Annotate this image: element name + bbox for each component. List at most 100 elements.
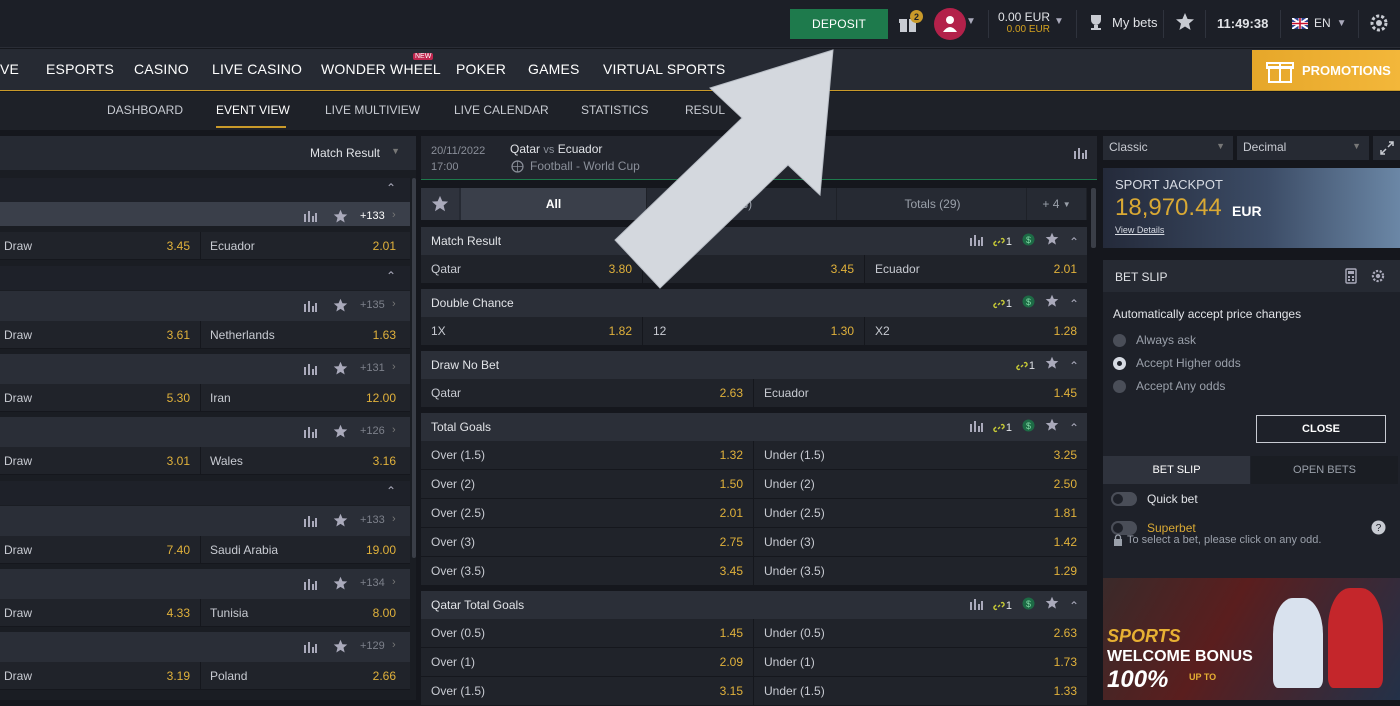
league-group-header[interactable]: ⌃ (0, 178, 410, 202)
chevron-right-icon[interactable]: › (392, 209, 396, 221)
odd-cell[interactable]: Under (2.5) 1.81 (754, 499, 1087, 527)
odd-cell[interactable]: Ecuador 1.45 (754, 379, 1087, 407)
odd-cell[interactable]: X2 1.28 (865, 317, 1087, 345)
market-header[interactable]: Qatar Total Goals 1 $ ⌃ (421, 591, 1087, 619)
odd-cell[interactable]: Over (2.5) 2.01 (421, 499, 754, 527)
welcome-bonus-banner[interactable]: SPORTS WELCOME BONUS 100% UP TO (1103, 578, 1400, 700)
chevron-right-icon[interactable]: › (392, 576, 396, 588)
nav-item-casino[interactable]: CASINO (134, 61, 189, 77)
odds-format-select[interactable]: Decimal ▼ (1237, 136, 1369, 160)
subnav-live-multiview[interactable]: LIVE MULTIVIEW (325, 103, 420, 117)
event-row[interactable]: +133 › (0, 506, 410, 536)
draw-label[interactable]: Draw (4, 454, 32, 468)
favourites-tab[interactable] (421, 188, 459, 220)
draw-label[interactable]: Draw (4, 669, 32, 683)
subnav-event-view[interactable]: EVENT VIEW (216, 103, 290, 117)
more-markets-count[interactable]: +131 (360, 362, 385, 374)
star-icon[interactable] (1045, 356, 1059, 375)
odd-cell[interactable]: Over (1.5) 1.32 (421, 441, 754, 469)
chevron-up-icon[interactable]: ⌃ (1069, 297, 1079, 311)
team-odd[interactable]: 2.66 (320, 669, 396, 683)
chevron-up-icon[interactable]: ⌃ (1069, 235, 1079, 249)
gear-icon[interactable] (1368, 12, 1390, 39)
chevron-right-icon[interactable]: › (392, 361, 396, 373)
draw-odd[interactable]: 3.45 (120, 239, 190, 253)
jackpot-banner[interactable]: SPORT JACKPOT 18,970.44 EUR View Details (1103, 168, 1400, 248)
stats-icon[interactable] (969, 597, 983, 615)
chevron-down-icon[interactable]: ▼ (966, 16, 978, 28)
stats-icon[interactable] (303, 425, 317, 443)
odd-cell[interactable]: Over (3.5) 3.45 (421, 557, 754, 585)
team-odd[interactable]: 19.00 (320, 543, 396, 557)
team-label[interactable]: Ecuador (210, 239, 255, 253)
odd-cell[interactable]: 1X 1.82 (421, 317, 643, 345)
market-header[interactable]: Draw No Bet 1 ⌃ (421, 351, 1087, 379)
odd-cell[interactable]: Under (1) 1.73 (754, 648, 1087, 676)
radio-button[interactable] (1113, 333, 1126, 347)
team-odd[interactable]: 2.01 (320, 239, 396, 253)
cashout-icon[interactable]: $ (1022, 233, 1035, 251)
star-icon[interactable] (333, 576, 348, 596)
expand-icon[interactable] (1373, 136, 1400, 160)
promotions-button[interactable]: PROMOTIONS (1252, 50, 1400, 90)
team-label[interactable]: Tunisia (210, 606, 248, 620)
odd-cell[interactable]: Qatar 3.80 (421, 255, 643, 283)
link-icon[interactable]: 1 (993, 600, 1012, 612)
close-button[interactable]: CLOSE (1256, 415, 1386, 443)
odd-cell[interactable]: Under (0.5) 2.63 (754, 619, 1087, 647)
star-icon[interactable] (1045, 418, 1059, 437)
odd-cell[interactable]: Over (2) 1.50 (421, 470, 754, 498)
odd-cell[interactable]: 12 1.30 (643, 317, 865, 345)
stats-icon[interactable] (303, 362, 317, 380)
chevron-right-icon[interactable]: › (392, 298, 396, 310)
radio-always-ask[interactable]: Always ask (1113, 333, 1196, 347)
help-icon[interactable]: ? (1371, 520, 1386, 540)
more-markets-count[interactable]: +135 (360, 299, 385, 311)
subnav-dashboard[interactable]: DASHBOARD (107, 103, 183, 117)
language-selector[interactable]: EN ▼ (1292, 16, 1347, 30)
tab-open-bets[interactable]: OPEN BETS (1251, 456, 1398, 484)
odd-cell[interactable]: Ecuador 2.01 (865, 255, 1087, 283)
event-row[interactable]: +126 › (0, 417, 410, 447)
star-icon[interactable] (333, 513, 348, 533)
team-label[interactable]: Netherlands (210, 328, 275, 342)
star-icon[interactable] (1045, 294, 1059, 313)
team-label[interactable]: Wales (210, 454, 243, 468)
my-bets-button[interactable]: My bets (1086, 14, 1158, 30)
draw-label[interactable]: Draw (4, 543, 32, 557)
draw-label[interactable]: Draw (4, 239, 32, 253)
scrollbar[interactable] (1091, 188, 1096, 248)
scrollbar[interactable] (412, 178, 416, 558)
gear-icon[interactable] (1370, 268, 1386, 289)
stats-icon[interactable] (303, 299, 317, 317)
team-odd[interactable]: 1.63 (320, 328, 396, 342)
tab-other[interactable]: (33) (647, 188, 837, 220)
draw-odd[interactable]: 3.19 (120, 669, 190, 683)
more-markets-count[interactable]: +133 (360, 210, 385, 222)
market-selector[interactable]: Match Result ▼ (0, 136, 416, 170)
cashout-icon[interactable]: $ (1022, 597, 1035, 615)
nav-item-poker[interactable]: POKER (456, 61, 506, 77)
tab-bet-slip[interactable]: BET SLIP (1103, 456, 1250, 484)
link-icon[interactable]: 1 (1016, 360, 1035, 372)
superbet-toggle[interactable] (1111, 521, 1137, 535)
odd-cell[interactable]: Over (0.5) 1.45 (421, 619, 754, 647)
star-icon[interactable] (333, 424, 348, 444)
event-row[interactable]: +129 › (0, 632, 410, 662)
link-icon[interactable]: 1 (993, 298, 1012, 310)
user-avatar-button[interactable] (934, 8, 966, 40)
radio-button[interactable] (1113, 379, 1126, 393)
nav-item-live-casino[interactable]: LIVE CASINO (212, 61, 302, 77)
link-icon[interactable]: 1 (993, 236, 1012, 248)
cashout-icon[interactable]: $ (1022, 295, 1035, 313)
subnav-live-calendar[interactable]: LIVE CALENDAR (454, 103, 549, 117)
draw-label[interactable]: Draw (4, 391, 32, 405)
team-label[interactable]: Saudi Arabia (210, 543, 278, 557)
nav-item-virtual-sports[interactable]: VIRTUAL SPORTS (603, 61, 725, 77)
tab-more[interactable]: + 4 ▼ (1027, 188, 1087, 220)
stats-icon[interactable] (303, 640, 317, 658)
draw-odd[interactable]: 7.40 (120, 543, 190, 557)
event-row[interactable]: +134 › (0, 569, 410, 599)
star-icon[interactable] (1175, 12, 1195, 37)
odd-cell[interactable]: Under (1.5) 3.25 (754, 441, 1087, 469)
